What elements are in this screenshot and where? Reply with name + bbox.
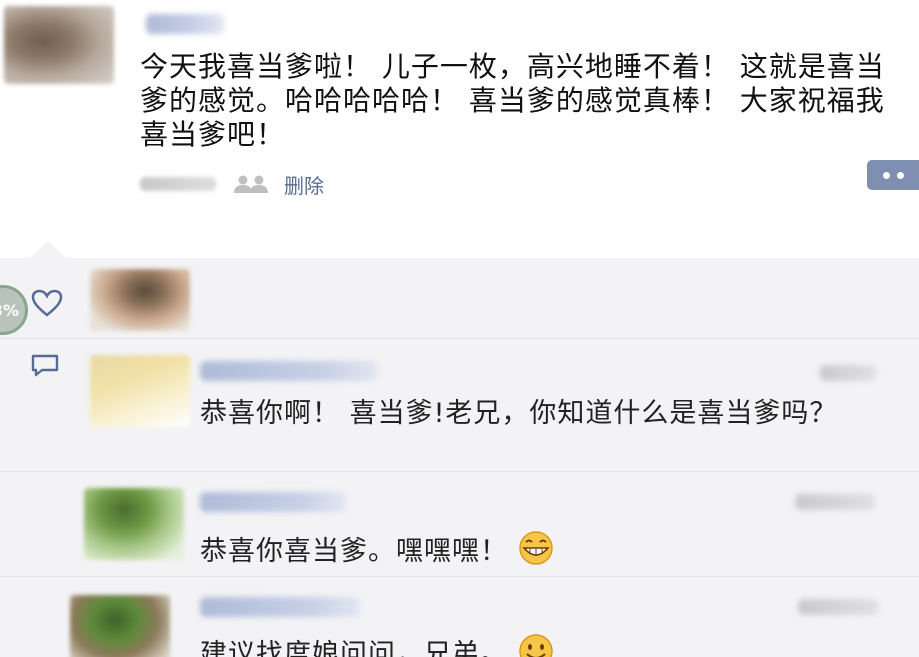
comment-area-caret [30, 241, 66, 258]
comment-text-content: 恭喜你喜当爹。嘿嘿嘿！ [200, 536, 508, 567]
comment-timestamp-blurred [795, 494, 875, 510]
commenter-name-blurred[interactable] [200, 597, 360, 617]
people-icon [230, 174, 274, 194]
comment-icon [28, 353, 62, 379]
post-author-avatar[interactable] [4, 6, 114, 84]
comment-text: 建议找度娘问问，兄弟。 [200, 633, 890, 657]
dot [896, 171, 904, 179]
grin-emoji [516, 530, 556, 575]
comment-item: 建议找度娘问问，兄弟。 [0, 577, 919, 657]
progress-badge: 3% [0, 285, 28, 335]
comment-text: 恭喜你喜当爹。嘿嘿嘿！ [200, 530, 890, 575]
avatar[interactable] [84, 488, 184, 560]
post-timestamp-blurred [140, 177, 216, 191]
comment-text: 恭喜你啊！ 喜当爹!老兄，你知道什么是喜当爹吗？ [200, 398, 838, 429]
liker-avatar[interactable] [90, 269, 190, 331]
like-row: 3% [0, 258, 919, 339]
comment-item: 恭喜你喜当爹。嘿嘿嘿！ [0, 472, 919, 577]
dot [882, 171, 890, 179]
delete-link[interactable]: 删除 [284, 170, 324, 199]
comment-timestamp-blurred [820, 365, 876, 381]
post-author-name-blurred[interactable] [146, 14, 224, 34]
post-meta: 删除 [140, 170, 324, 198]
smile-emoji [516, 633, 556, 657]
avatar[interactable] [70, 595, 170, 657]
comment-text-content: 建议找度娘问问，兄弟。 [200, 639, 508, 657]
commenter-name-blurred[interactable] [200, 492, 346, 512]
moments-page: 今天我喜当爹啦！ 儿子一枚，高兴地睡不着！ 这就是喜当爹的感觉。哈哈哈哈哈！ 喜… [0, 0, 919, 657]
comment-item: 恭喜你啊！ 喜当爹!老兄，你知道什么是喜当爹吗？ [0, 339, 919, 472]
more-dots-icon[interactable] [867, 160, 919, 190]
avatar[interactable] [90, 355, 190, 427]
heart-icon [30, 288, 64, 318]
comment-timestamp-blurred [798, 599, 878, 615]
post-text: 今天我喜当爹啦！ 儿子一枚，高兴地睡不着！ 这就是喜当爹的感觉。哈哈哈哈哈！ 喜… [140, 50, 885, 151]
commenter-name-blurred[interactable] [200, 361, 378, 381]
